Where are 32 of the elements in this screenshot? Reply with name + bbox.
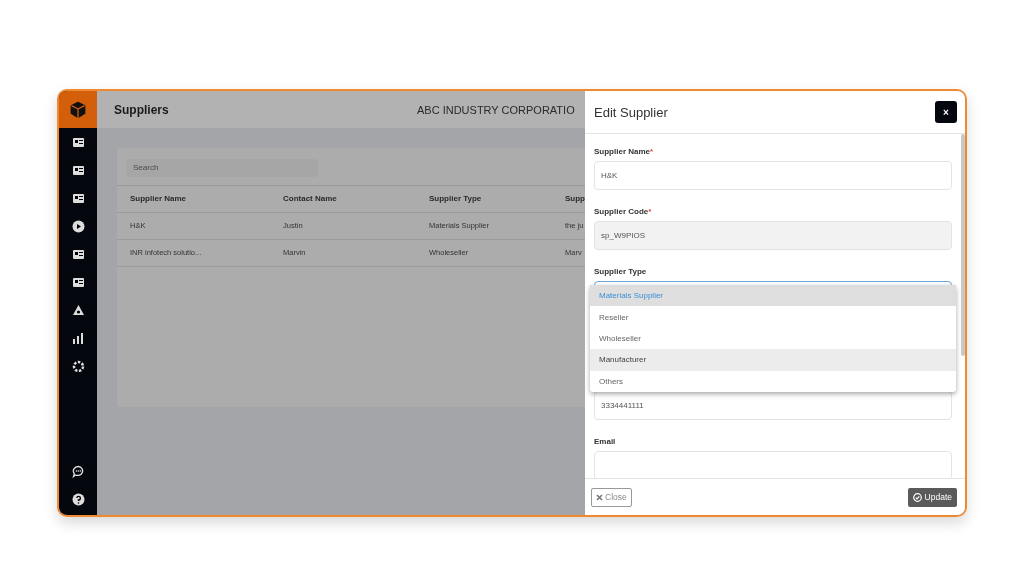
cube-icon — [68, 99, 88, 120]
search-field[interactable]: Search — [126, 158, 318, 177]
input-field[interactable]: H&K — [594, 161, 952, 190]
page-title: Suppliers — [114, 102, 170, 117]
field-label: Supplier Type — [594, 267, 648, 276]
bar-chart-icon[interactable] — [71, 332, 85, 345]
input-field[interactable] — [594, 451, 952, 478]
company-name: ABC INDUSTRY CORPORATIO — [417, 103, 575, 116]
dropdown-option[interactable]: Reseller — [590, 306, 956, 328]
id-card-icon[interactable] — [71, 136, 85, 149]
play-icon[interactable] — [71, 220, 85, 233]
close-button[interactable]: Close — [591, 487, 632, 507]
column-header: Supplier Name — [130, 194, 187, 203]
column-header: Supplier Type — [429, 194, 483, 203]
chat-icon[interactable] — [71, 465, 85, 478]
help-icon[interactable] — [71, 493, 85, 506]
field-label: Supplier Name* — [594, 147, 655, 156]
check-circle-icon — [912, 492, 922, 502]
close-icon — [596, 493, 603, 501]
field-label: Supplier Code* — [594, 207, 653, 216]
input-field[interactable]: 3334441111 — [594, 391, 952, 420]
dropdown-option[interactable]: Manufacturer — [590, 349, 956, 371]
dropdown-option[interactable]: Wholeseller — [590, 327, 956, 350]
field-label: Email — [594, 437, 617, 446]
update-button[interactable]: Update — [907, 487, 957, 507]
dropdown-option[interactable]: Others — [590, 370, 956, 392]
column-header: Supp — [565, 194, 586, 203]
panel-title: Edit Supplier — [594, 104, 668, 120]
scrollbar[interactable] — [961, 134, 965, 356]
column-header: Contact Name — [283, 194, 338, 203]
input-field[interactable]: sp_W9PIOS — [594, 221, 952, 250]
close-button[interactable]: × — [935, 101, 957, 123]
